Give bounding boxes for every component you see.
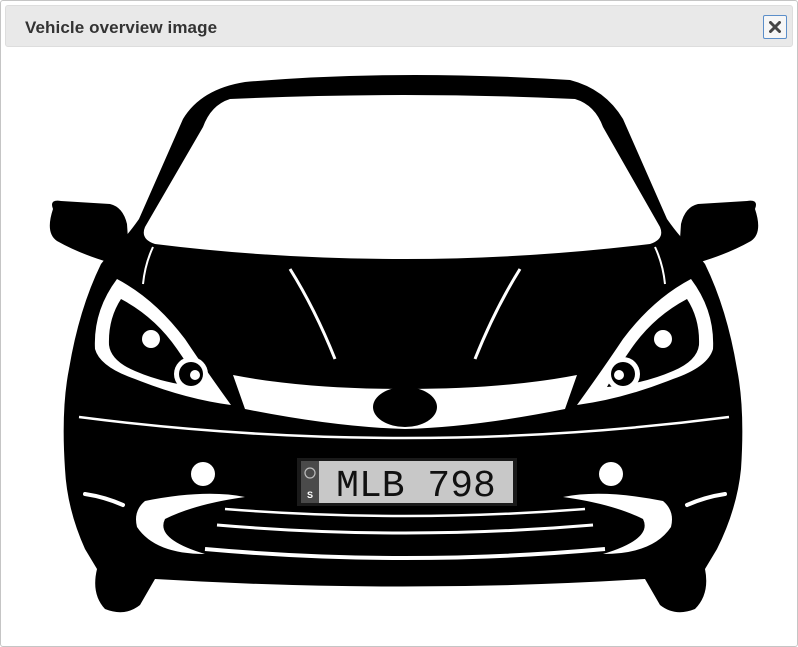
left-mirror (49, 200, 129, 264)
close-icon (769, 21, 781, 33)
plate-number: MLB 798 (336, 465, 496, 508)
left-headlight-bulb-inner (142, 330, 160, 348)
dialog-titlebar[interactable]: Vehicle overview image (5, 5, 793, 47)
windshield (143, 95, 662, 259)
dialog-title: Vehicle overview image (25, 18, 218, 37)
vehicle-image: S MLB 798 (49, 74, 759, 613)
right-headlight-dot (614, 370, 624, 380)
right-fog-light (599, 462, 623, 486)
dialog-content: S MLB 798 (5, 49, 793, 643)
left-fog-light (191, 462, 215, 486)
left-headlight-dot (190, 370, 200, 380)
plate-country-code: S (307, 490, 313, 500)
right-mirror (679, 200, 759, 264)
vehicle-overview-dialog: Vehicle overview image S MLB 798 (0, 0, 798, 647)
front-badge (373, 387, 437, 427)
right-headlight-bulb-inner (654, 330, 672, 348)
close-button[interactable] (763, 15, 787, 39)
